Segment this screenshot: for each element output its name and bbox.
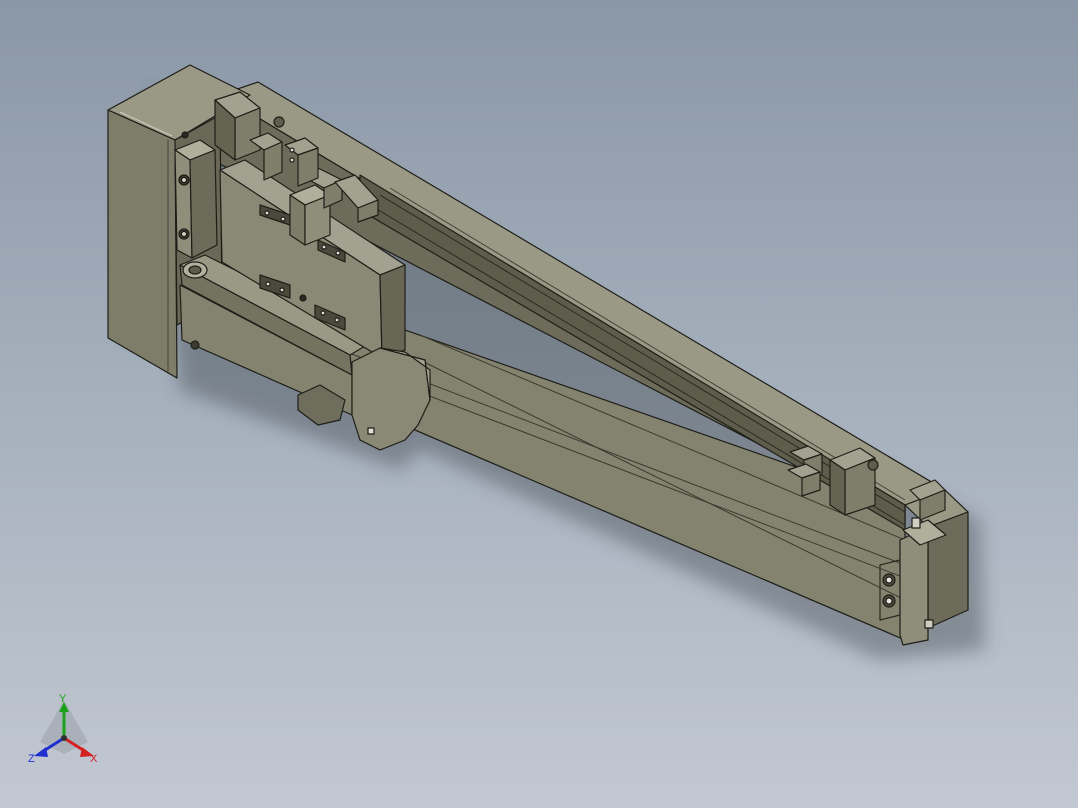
triad-origin [61,735,67,741]
z-axis-label: Z [28,753,35,765]
view-orientation-triad: Y X Z [28,693,98,765]
y-axis-label: Y [59,693,67,705]
cad-graphics-viewport[interactable]: Y X Z [0,0,1078,808]
x-axis-label: X [90,753,98,765]
z-axis-arrow [34,747,48,757]
linear-actuator-model[interactable]: Y X Z [0,0,1078,808]
motor-housing-front [107,109,178,379]
